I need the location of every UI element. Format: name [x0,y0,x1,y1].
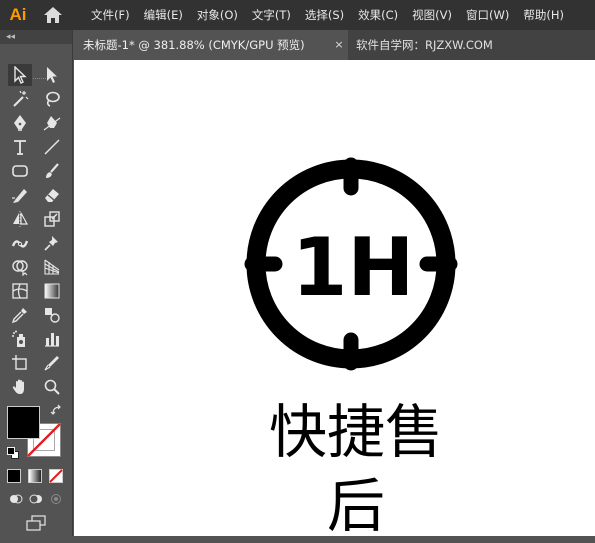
pencil-tool[interactable] [8,184,32,206]
draw-behind-icon [29,494,42,504]
direct-selection-arrow-icon [47,67,57,83]
pen-tool[interactable] [8,112,32,134]
artboard-canvas[interactable]: 1H 快捷售后 [74,60,595,540]
toolbox-collapse-button[interactable]: ◂◂ [0,30,72,44]
eyedropper-icon [11,308,27,324]
home-button[interactable] [36,0,70,30]
perspective-grid-tool[interactable] [40,256,64,278]
type-tool[interactable] [8,136,32,158]
scale-icon [44,211,60,227]
width-tool[interactable] [8,232,32,254]
selection-arrow-icon [14,66,27,84]
tab-untitled-1-label: 未标题-1* @ 381.88% (CMYK/GPU 预览) [83,38,305,52]
curvature-pen-icon [43,116,61,131]
reflect-tool[interactable] [8,208,32,230]
artboard-tool[interactable] [8,352,32,374]
eraser-icon [45,189,59,202]
tab-rjzxw[interactable]: 软件自学网：RJZXW.COM [356,30,493,60]
none-slash-icon [49,469,63,483]
column-graph-icon [45,333,59,347]
zoom-tool[interactable] [40,376,64,398]
screen-mode-icon [26,515,46,531]
lasso-icon [46,91,60,107]
artwork-caption: 快捷售后 [268,398,443,540]
type-t-icon [14,140,26,155]
width-icon [11,240,29,248]
reflect-icon [13,211,29,227]
pushpin-icon [44,236,58,251]
draw-inside-icon [51,494,61,504]
fill-swatch[interactable] [7,406,40,439]
none-mode-button[interactable] [49,469,63,483]
mesh-tool[interactable] [8,280,32,302]
lasso-tool[interactable] [40,88,64,110]
paintbrush-icon [46,163,59,178]
tab-untitled-1[interactable]: 未标题-1* @ 381.88% (CMYK/GPU 预览) [73,30,348,60]
tab-close-button[interactable]: × [331,30,347,60]
magic-wand-tool[interactable] [8,88,32,110]
menu-select[interactable]: 选择(S) [298,0,351,30]
menu-type[interactable]: 文字(T) [245,0,298,30]
column-graph-tool[interactable] [40,328,64,350]
artboard-icon [12,355,27,370]
menu-window[interactable]: 窗口(W) [459,0,516,30]
menu-view[interactable]: 视图(V) [405,0,459,30]
scale-tool[interactable] [40,208,64,230]
paintbrush-tool[interactable] [40,160,64,182]
draw-normal-icon [10,494,23,504]
curvature-tool[interactable] [40,112,64,134]
gradient-mode-button[interactable] [28,469,42,483]
app-logo: Ai [9,5,27,24]
rounded-rectangle-icon [12,165,28,177]
blend-icon [45,308,60,323]
blend-tool[interactable] [40,304,64,326]
line-segment-icon [44,139,60,155]
puppet-warp-tool[interactable] [40,232,64,254]
color-mode-button[interactable] [7,469,21,483]
symbol-sprayer-tool[interactable] [8,328,32,350]
perspective-grid-icon [44,259,60,275]
slice-knife-icon [44,356,59,371]
pencil-icon [12,189,27,203]
document-tab-bar: 未标题-1* @ 381.88% (CMYK/GPU 预览) × 软件自学网：R… [73,30,595,60]
toolbox-panel: ◂◂ [0,30,73,536]
menu-edit[interactable]: 编辑(E) [137,0,190,30]
hand-tool[interactable] [8,376,32,398]
eraser-tool[interactable] [40,184,64,206]
shape-builder-icon [12,260,28,276]
eyedropper-tool[interactable] [8,304,32,326]
screen-mode-button[interactable] [24,514,48,532]
rectangle-tool[interactable] [8,160,32,182]
gradient-icon [44,283,60,299]
menu-bar: Ai 文件(F) 编辑(E) 对象(O) 文字(T) 选择(S) 效果(C) 视… [0,0,595,30]
magic-wand-icon [13,90,29,107]
draw-behind-button[interactable] [28,492,44,506]
menu-object[interactable]: 对象(O) [190,0,245,30]
selection-tool[interactable] [8,64,32,86]
default-fill-stroke-icon[interactable] [7,447,19,459]
hand-icon [12,379,24,394]
line-segment-tool[interactable] [40,136,64,158]
draw-normal-button[interactable] [8,492,24,506]
magnifier-icon [44,379,60,395]
swap-fill-stroke-icon[interactable] [50,403,64,417]
pen-nib-icon [14,115,26,131]
mesh-icon [12,283,28,299]
icon-text-1h: 1H [292,221,415,314]
symbol-sprayer-icon [12,330,25,347]
gradient-tool[interactable] [40,280,64,302]
menu-help[interactable]: 帮助(H) [516,0,571,30]
direct-selection-tool[interactable] [40,64,64,86]
slice-tool[interactable] [40,352,64,374]
home-icon [44,7,62,23]
menu-effect[interactable]: 效果(C) [351,0,405,30]
shape-builder-tool[interactable] [8,256,32,278]
main-menu: 文件(F) 编辑(E) 对象(O) 文字(T) 选择(S) 效果(C) 视图(V… [84,0,571,30]
draw-inside-button[interactable] [48,492,64,506]
menu-file[interactable]: 文件(F) [84,0,137,30]
